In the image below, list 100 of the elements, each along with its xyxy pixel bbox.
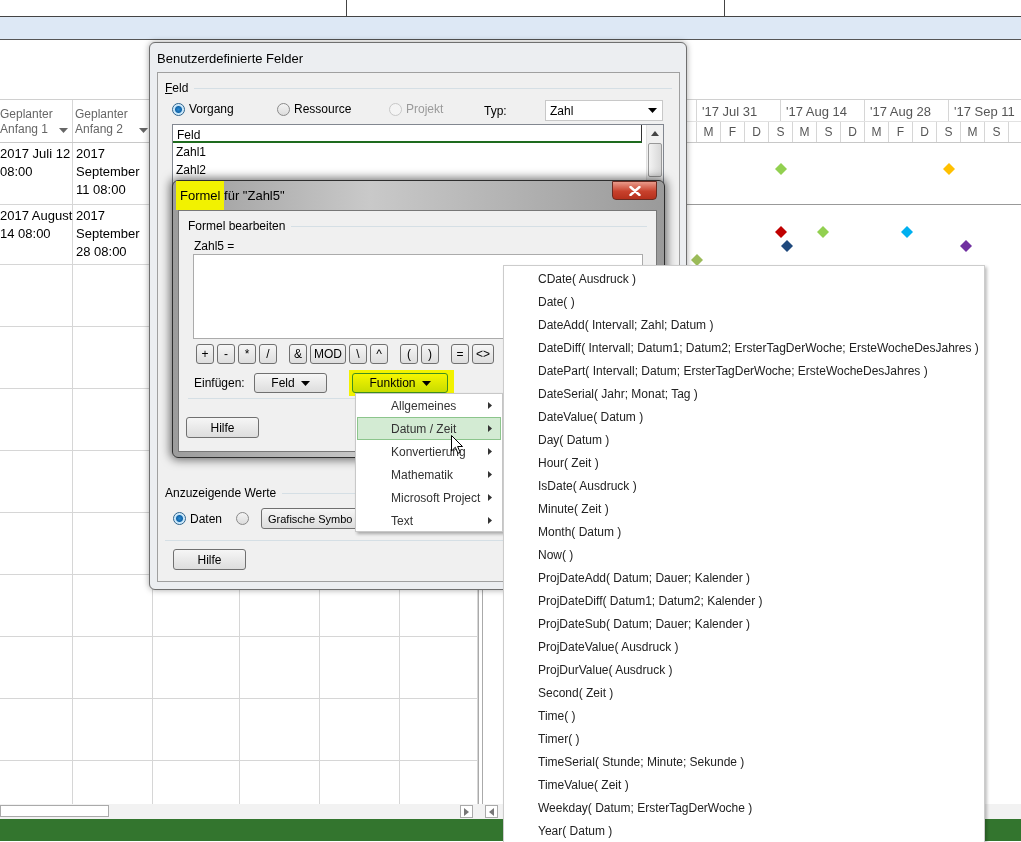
dropdown-arrow-icon [59,128,68,133]
caret-icon [648,108,657,113]
menu-item[interactable]: IsDate( Ausdruck ) [538,478,637,493]
day-label: D [920,125,929,139]
menu-item[interactable]: ProjDateValue( Ausdruck ) [538,639,679,654]
menu-item[interactable]: TimeSerial( Stunde; Minute; Sekunde ) [538,754,745,769]
submenu-arrow-icon [488,517,492,524]
day-label: S [824,125,833,139]
scroll-left-button[interactable] [485,805,498,818]
menu-item[interactable]: Allgemeines [357,394,501,417]
menu-item[interactable]: Konvertierung [357,440,501,463]
submenu-arrow-icon [488,402,492,409]
table-cell-text: 2017 September 28 08:00 [75,207,140,261]
day-label: M [799,125,810,139]
operator-button[interactable]: - [217,344,235,364]
menu-item[interactable]: DateSerial( Jahr; Monat; Tag ) [538,386,698,401]
group-label: Feld [165,81,189,95]
formula-label: Zahl5 = [194,239,235,253]
operator-button[interactable]: & [289,344,307,364]
radio-label[interactable]: Ressource [294,102,352,117]
operator-button[interactable]: * [238,344,256,364]
caret-icon [421,380,431,386]
menu-item[interactable]: Day( Datum ) [538,432,610,447]
day-label: M [703,125,714,139]
column-header[interactable]: Geplanter Anfang 1 [0,100,73,142]
operator-button[interactable]: <> [472,344,494,364]
radio-button[interactable] [173,512,186,525]
right-arrow-icon [464,807,469,816]
operator-button[interactable]: = [451,344,469,364]
operator-button[interactable]: MOD [310,344,346,364]
group-label: Anzuzeigende Werte [165,486,277,500]
list-item[interactable]: Zahl2 [176,163,207,177]
radio-label[interactable]: Daten [190,511,223,526]
table-cell-text: 2017 Juli 12 08:00 [0,145,71,181]
menu-item[interactable]: DateAdd( Intervall; Zahl; Datum ) [538,317,714,332]
menu-item[interactable]: Hour( Zeit ) [538,455,599,470]
menu-item[interactable]: Minute( Zeit ) [538,501,609,516]
menu-item[interactable]: Second( Zeit ) [538,685,614,700]
close-icon [628,185,641,196]
left-arrow-icon [489,807,494,816]
timescale-label: '17 Aug 28 [870,104,932,119]
table-cell-text: 2017 August 14 08:00 [0,207,73,243]
operator-button[interactable]: / [259,344,277,364]
menu-item[interactable]: TimeValue( Zeit ) [538,777,629,792]
menu-item[interactable]: DateDiff( Intervall; Datum1; Datum2; ErsterTagDerWoche; ErsteWocheDesJahres ) [538,340,979,355]
day-label: F [896,125,905,139]
radio-label[interactable]: Vorgang [189,102,234,117]
help-button[interactable]: Hilfe [173,549,246,570]
dialog-title: Formel für "Zahl5" [180,188,285,203]
help-button[interactable]: Hilfe [186,417,259,438]
day-label: D [848,125,857,139]
menu-item[interactable]: Weekday( Datum; ErsterTagDerWoche ) [538,800,753,815]
type-dropdown[interactable]: Zahl [545,100,663,121]
up-arrow-icon [651,130,659,136]
list-item[interactable]: Zahl1 [176,145,207,159]
day-label: M [967,125,978,139]
operator-button[interactable]: ) [421,344,439,364]
scroll-right-button[interactable] [460,805,473,818]
menu-item[interactable]: Year( Datum ) [538,823,613,838]
menu-item[interactable]: Now( ) [538,547,574,562]
function-dropdown-button[interactable]: Funktion [352,373,448,393]
day-label: D [752,125,761,139]
menu-item[interactable]: Time( ) [538,708,576,723]
timescale-label: '17 Jul 31 [702,104,758,119]
menu-item[interactable]: ProjDurValue( Ausdruck ) [538,662,673,677]
scrollbar-thumb[interactable] [0,805,109,817]
menu-item[interactable]: CDate( Ausdruck ) [538,271,637,286]
radio-button[interactable] [277,102,290,116]
menu-item[interactable]: Month( Datum ) [538,524,622,539]
insert-label: Einfügen: [194,376,246,390]
menu-item[interactable]: Timer( ) [538,731,580,746]
close-button[interactable] [612,181,657,200]
menu-item[interactable]: DateValue( Datum ) [538,409,644,424]
menu-item[interactable]: Datum / Zeit [357,417,501,440]
menu-item[interactable]: Date( ) [538,294,575,309]
operator-button[interactable]: + [196,344,214,364]
timescale-label: '17 Aug 14 [786,104,848,119]
menu-item[interactable]: Microsoft Project [357,486,501,509]
timescale-label: '17 Sep 11 [954,104,1015,119]
menu-item[interactable]: ProjDateDiff( Datum1; Datum2; Kalender ) [538,593,763,608]
caret-icon [300,380,310,386]
submenu-arrow-icon [488,448,492,455]
menu-item[interactable]: ProjDateSub( Datum; Dauer; Kalender ) [538,616,751,631]
day-label: S [944,125,953,139]
day-label: M [871,125,882,139]
field-dropdown-button[interactable]: Feld [254,373,327,393]
submenu-arrow-icon [488,494,492,501]
menu-item[interactable]: ProjDateAdd( Datum; Dauer; Kalender ) [538,570,751,585]
operator-button[interactable]: \ [349,344,367,364]
day-label: S [992,125,1001,139]
submenu-arrow-icon [488,425,492,432]
menu-item[interactable]: Mathematik [357,463,501,486]
operator-button[interactable]: ^ [370,344,388,364]
dialog-title: Benutzerdefinierte Felder [157,51,303,66]
radio-button[interactable] [172,102,185,116]
menu-item[interactable]: DatePart( Intervall; Datum; ErsterTagDerWoche; ErsteWocheDesJahres ) [538,363,928,378]
list-header[interactable]: Feld [177,128,201,142]
operator-button[interactable]: ( [400,344,418,364]
radio-button[interactable] [236,512,250,525]
scrollbar-thumb[interactable] [648,143,662,177]
